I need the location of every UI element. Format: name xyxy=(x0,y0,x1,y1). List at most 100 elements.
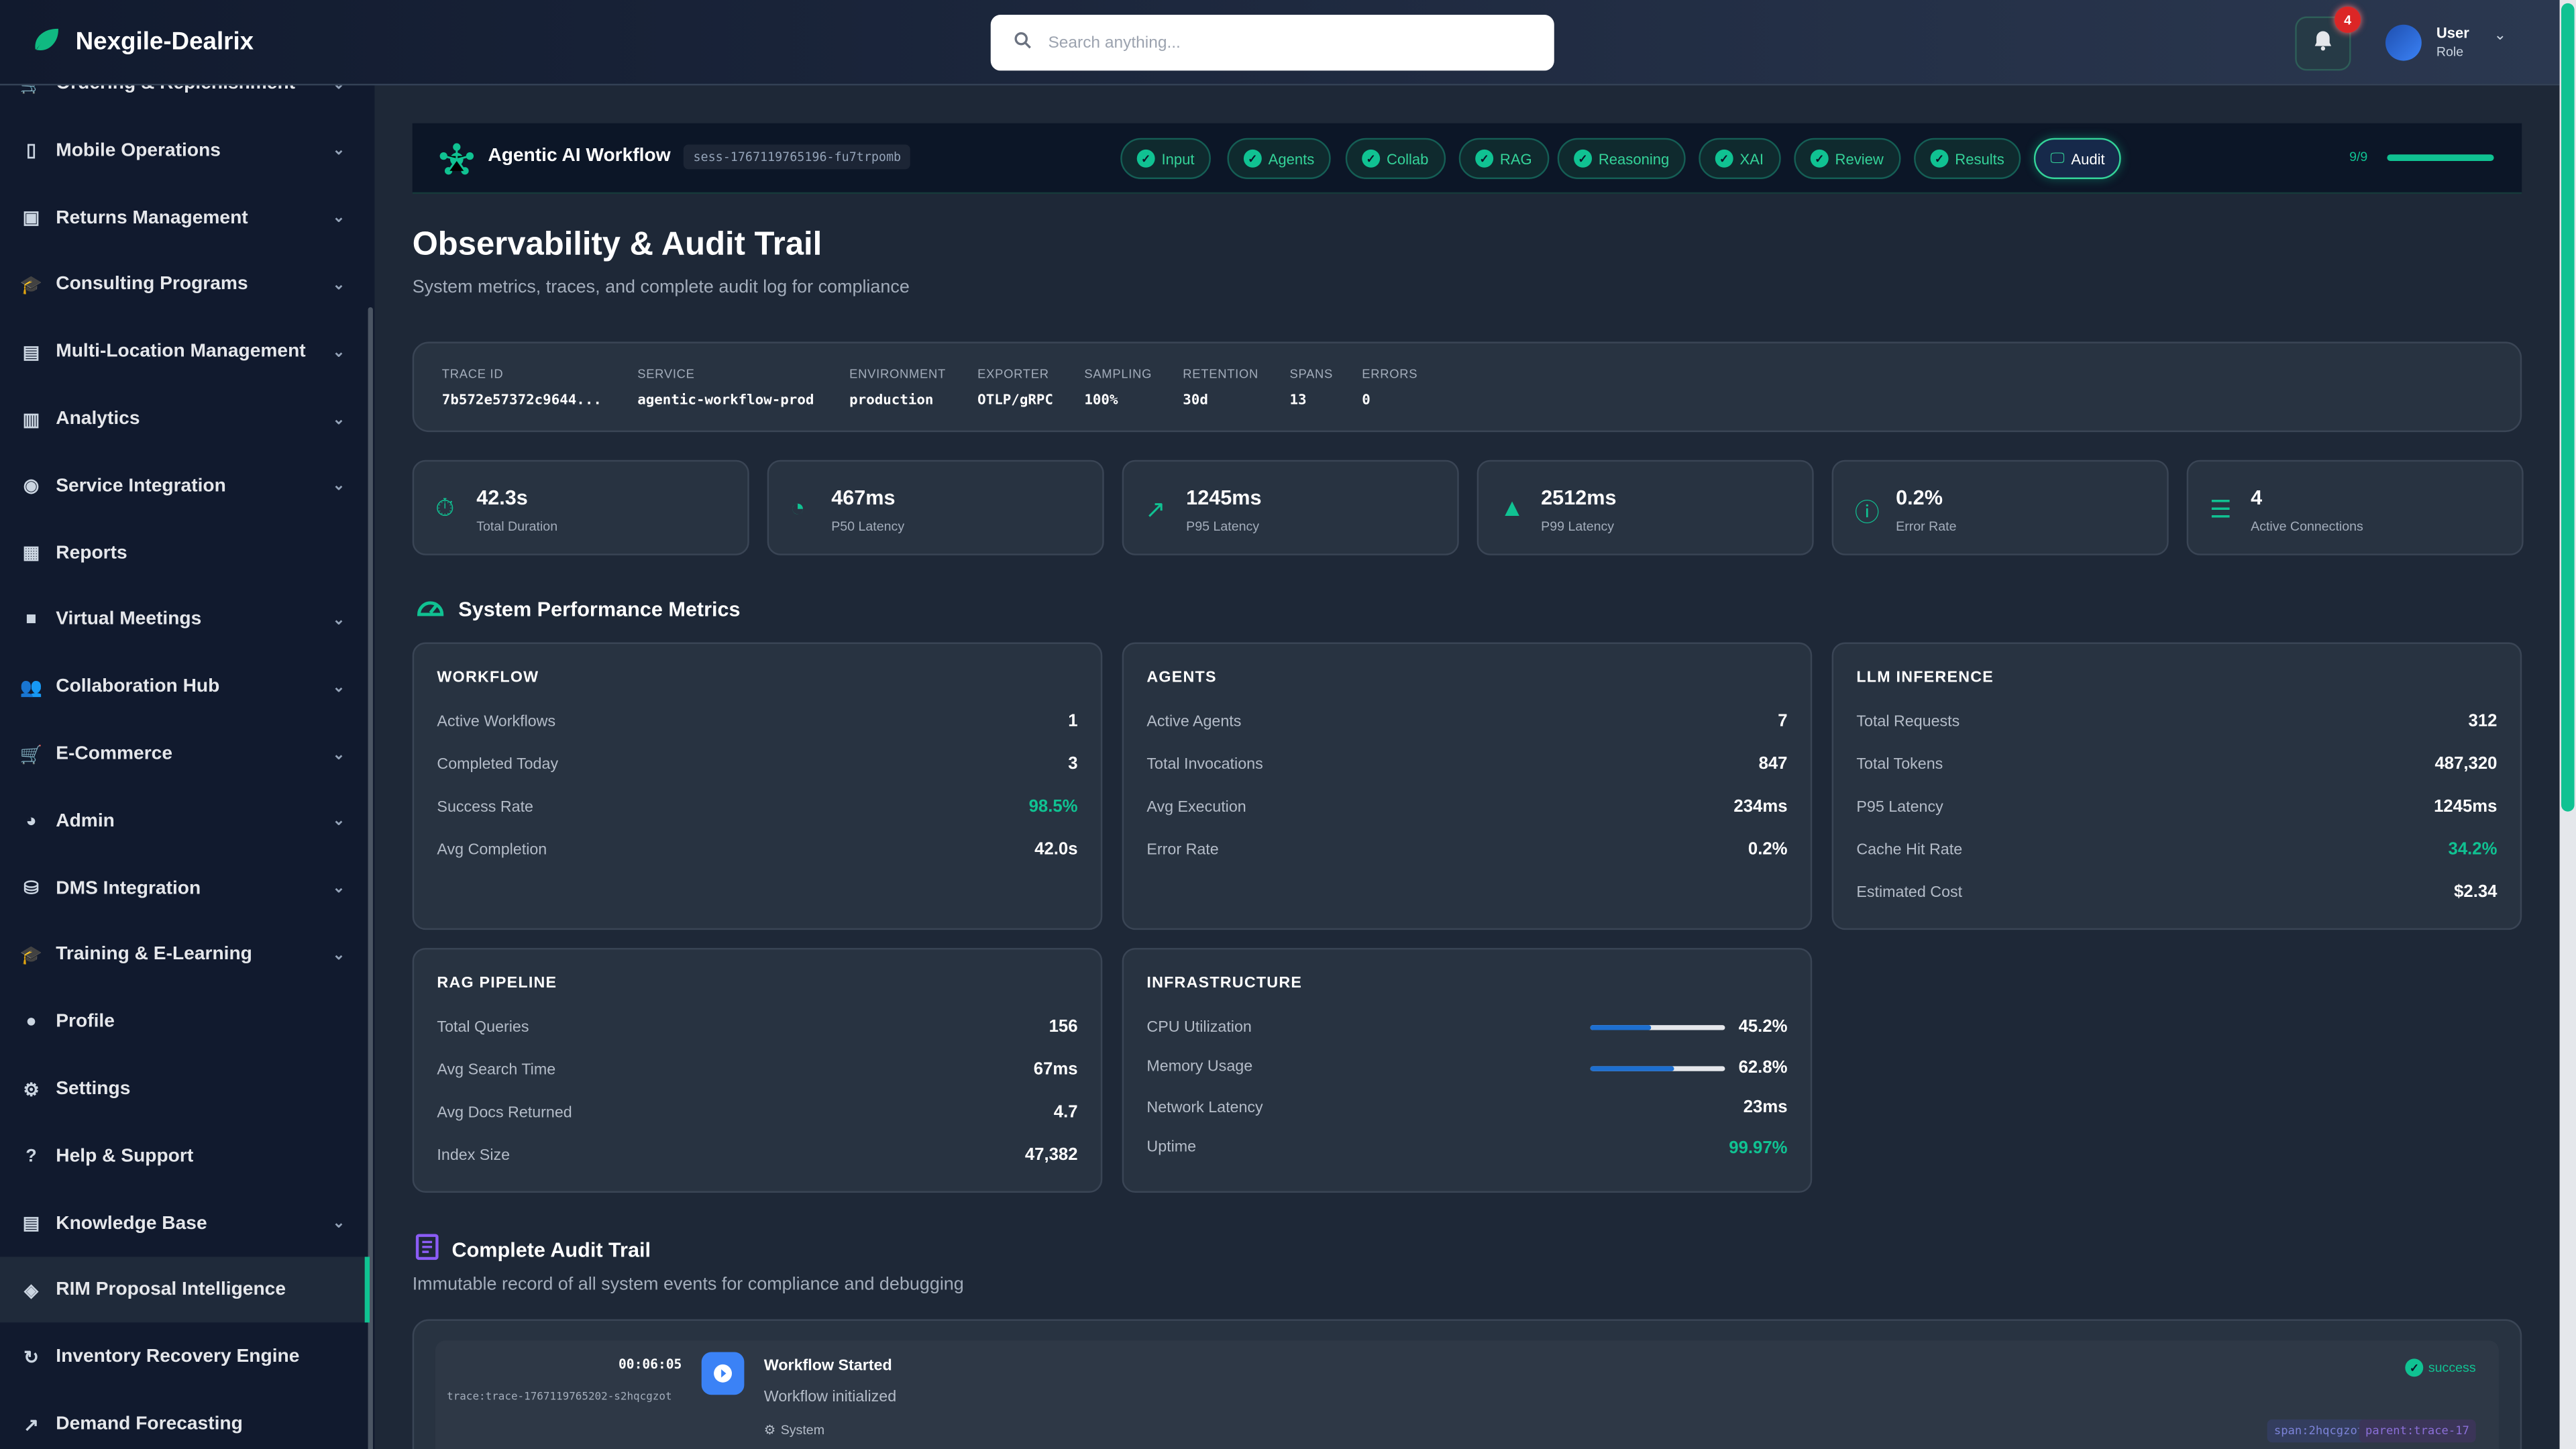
chevron-down-icon: ⌄ xyxy=(333,879,345,897)
user-icon: ● xyxy=(19,1012,42,1032)
trace-field-label: ERRORS xyxy=(1362,366,1417,381)
step-reasoning[interactable]: ✓Reasoning xyxy=(1558,138,1686,179)
monitor-icon: 🖵 xyxy=(2050,150,2064,168)
kpi-label: P50 Latency xyxy=(831,519,904,534)
sidebar-item-label: DMS Integration xyxy=(56,878,201,898)
parent-tag: parent:trace-17 xyxy=(2359,1419,2475,1442)
sidebar-item-rim-proposal-intelligence[interactable]: ◈RIM Proposal Intelligence xyxy=(0,1257,370,1323)
avatar[interactable] xyxy=(2385,25,2422,61)
sidebar-item-multi-location-management[interactable]: ▤Multi-Location Management⌄ xyxy=(0,319,365,385)
audit-actor-label: System xyxy=(781,1423,824,1438)
sidebar-item-label: Virtual Meetings xyxy=(56,610,201,630)
dms-icon: ⛁ xyxy=(19,877,42,899)
metric-row: Success Rate98.5% xyxy=(437,795,1077,818)
metrics-heading: System Performance Metrics xyxy=(416,595,741,623)
step-review[interactable]: ✓Review xyxy=(1794,138,1900,179)
page-scrollbar[interactable] xyxy=(2560,0,2576,1449)
metrics-heading-text: System Performance Metrics xyxy=(458,597,740,620)
sidebar-item-demand-forecasting[interactable]: ↗Demand Forecasting xyxy=(0,1391,365,1449)
sidebar-item-e-commerce[interactable]: 🛒E-Commerce⌄ xyxy=(0,721,365,787)
metric-value: $2.34 xyxy=(2454,882,2497,902)
step-collab[interactable]: ✓Collab xyxy=(1346,138,1445,179)
sidebar-item-service-integration[interactable]: ◉Service Integration⌄ xyxy=(0,453,365,519)
chevron-down-icon: ⌄ xyxy=(333,812,345,830)
brand: Nexgile-Dealrix xyxy=(0,25,374,58)
sidebar-item-label: Profile xyxy=(56,1012,115,1032)
chevron-down-icon[interactable]: ⌄ xyxy=(2494,26,2506,44)
metric-value: 4.7 xyxy=(1054,1102,1078,1122)
sidebar-item-analytics[interactable]: ▥Analytics⌄ xyxy=(0,386,365,452)
trace-field-label: EXPORTER xyxy=(977,366,1053,381)
check-circle-icon: ✓ xyxy=(1362,150,1380,168)
trend-icon: ↗ xyxy=(19,1413,42,1435)
sidebar-item-label: Reports xyxy=(56,543,127,563)
trace-field-label: SERVICE xyxy=(637,366,814,381)
step-input[interactable]: ✓Input xyxy=(1120,138,1211,179)
sidebar-item-label: Multi-Location Management xyxy=(56,342,305,362)
progress-label: 9/9 xyxy=(2349,150,2367,164)
sidebar-item-consulting-programs[interactable]: 🎓Consulting Programs⌄ xyxy=(0,252,365,318)
metric-value: 47,382 xyxy=(1025,1145,1078,1165)
sidebar-item-returns-management[interactable]: ▣Returns Management⌄ xyxy=(0,185,365,251)
store-icon: ▤ xyxy=(19,341,42,363)
audit-trail-panel: 00:06:05 trace:trace-1767119765202-s2hqc… xyxy=(413,1320,2522,1449)
step-label: XAI xyxy=(1739,150,1764,166)
kpi-card: ↗1245msP95 Latency xyxy=(1122,460,1459,555)
metric-row: Avg Docs Returned 4.7 xyxy=(437,1101,1077,1124)
sidebar-item-training-e-learning[interactable]: 🎓Training & E-Learning⌄ xyxy=(0,922,365,988)
warning-icon: ▲ xyxy=(1500,494,1524,523)
metric-row: Network Latency23ms xyxy=(1146,1095,1787,1118)
metric-label: Total Invocations xyxy=(1146,755,1263,773)
sidebar-item-knowledge-base[interactable]: ▤Knowledge Base⌄ xyxy=(0,1191,365,1256)
trace-field-value: OTLP/gRPC xyxy=(977,392,1053,409)
trace-field-value: 0 xyxy=(1362,392,1417,409)
sidebar-item-inventory-recovery-engine[interactable]: ↻Inventory Recovery Engine xyxy=(0,1324,365,1390)
step-xai[interactable]: ✓XAI xyxy=(1699,138,1780,179)
sidebar-item-label: E-Commerce xyxy=(56,744,172,763)
step-agents[interactable]: ✓Agents xyxy=(1227,138,1330,179)
metric-label: Avg Docs Returned xyxy=(437,1104,572,1122)
step-results[interactable]: ✓Results xyxy=(1914,138,2021,179)
step-rag[interactable]: ✓RAG xyxy=(1459,138,1549,179)
play-icon xyxy=(702,1352,745,1395)
trace-field: SPANS13 xyxy=(1289,366,1333,409)
sidebar-item-collaboration-hub[interactable]: 👥Collaboration Hub⌄ xyxy=(0,654,365,720)
sidebar-item-mobile-operations[interactable]: ▯Mobile Operations⌄ xyxy=(0,118,365,184)
sidebar-item-settings[interactable]: ⚙Settings xyxy=(0,1057,365,1122)
metric-value: 0.2% xyxy=(1748,839,1788,859)
kpi-value: 42.3s xyxy=(476,486,528,509)
search-input[interactable]: Search anything... xyxy=(991,15,1554,70)
step-label: Results xyxy=(1955,150,2004,166)
trace-field-value: 7b572e57372c9644... xyxy=(442,392,602,409)
gauge-icon xyxy=(416,595,445,623)
kpi-label: P95 Latency xyxy=(1186,519,1259,534)
trace-field-label: ENVIRONMENT xyxy=(849,366,946,381)
sidebar-item-dms-integration[interactable]: ⛁ DMS Integration ⌄ xyxy=(0,855,365,921)
sidebar-item-label: Ordering & Replenishment xyxy=(56,85,295,93)
sidebar-item-help-support[interactable]: ?Help & Support xyxy=(0,1124,365,1189)
chevron-down-icon: ⌄ xyxy=(333,276,345,294)
metric-card-title: INFRASTRUCTURE xyxy=(1146,974,1302,992)
memory-usage-bar xyxy=(1591,1065,1725,1070)
scrollbar-thumb[interactable] xyxy=(2561,3,2575,812)
audit-entry[interactable]: 00:06:05 trace:trace-1767119765202-s2hqc… xyxy=(435,1340,2499,1449)
sidebar-item-ordering-replenishment[interactable]: 🛒Ordering & Replenishment⌄ xyxy=(0,85,365,117)
trace-field-label: SAMPLING xyxy=(1084,366,1152,381)
sidebar-item-reports[interactable]: ▦ Reports xyxy=(0,520,365,586)
audit-heading-text: Complete Audit Trail xyxy=(451,1238,651,1260)
report-icon: ▦ xyxy=(19,542,42,564)
workflow-title: Agentic AI Workflow xyxy=(488,146,670,166)
sidebar-item-label: Inventory Recovery Engine xyxy=(56,1348,299,1367)
cart-icon: 🛒 xyxy=(19,743,42,765)
metric-label: Active Agents xyxy=(1146,712,1241,731)
metric-row: Total Tokens487,320 xyxy=(1856,753,2497,775)
sidebar-item-virtual-meetings[interactable]: ■Virtual Meetings⌄ xyxy=(0,587,365,653)
sidebar-item-profile[interactable]: ● Profile xyxy=(0,989,365,1055)
metric-value: 62.8% xyxy=(1739,1057,1788,1077)
metric-row: Avg Search Time67ms xyxy=(437,1058,1077,1081)
kpi-label: Active Connections xyxy=(2251,519,2363,534)
sidebar-item-admin[interactable]: ◕Admin⌄ xyxy=(0,788,365,854)
span-tag: span:2hqcgzot xyxy=(2267,1419,2371,1442)
user-name[interactable]: User xyxy=(2436,25,2469,43)
step-audit[interactable]: 🖵Audit xyxy=(2034,138,2121,179)
